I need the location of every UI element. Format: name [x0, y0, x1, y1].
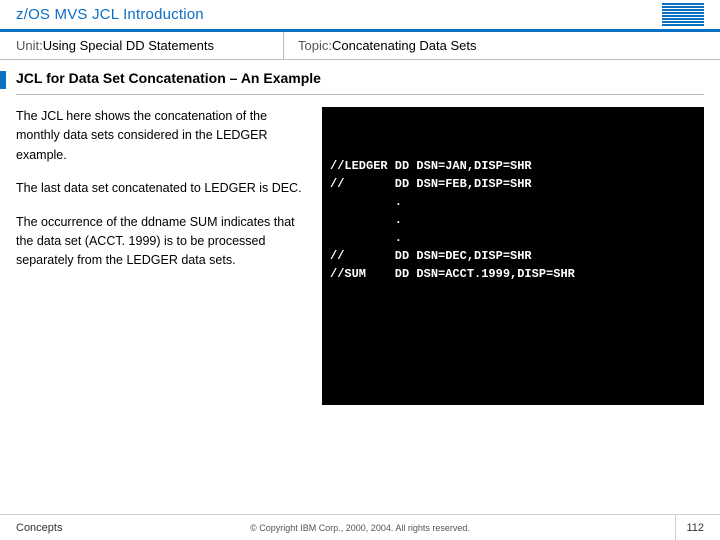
paragraph-3: The occurrence of the ddname SUM indicat…: [16, 213, 306, 271]
heading-accent: [0, 71, 6, 89]
unit-value: Using Special DD Statements: [43, 38, 214, 53]
topic-value: Concatenating Data Sets: [332, 38, 477, 53]
unit-label: Unit:: [16, 38, 43, 53]
footer-left: Concepts: [16, 522, 62, 534]
body-text: The JCL here shows the concatenation of …: [16, 107, 306, 405]
section-heading: JCL for Data Set Concatenation – An Exam…: [16, 70, 321, 92]
content-area: The JCL here shows the concatenation of …: [0, 95, 720, 405]
jcl-terminal: //LEDGER DD DSN=JAN,DISP=SHR // DD DSN=F…: [322, 107, 704, 405]
course-title: z/OS MVS JCL Introduction: [16, 6, 204, 23]
topic-label: Topic:: [298, 38, 332, 53]
topic-block: Topic: Concatenating Data Sets: [284, 38, 477, 53]
footer-copyright: © Copyright IBM Corp., 2000, 2004. All r…: [250, 523, 470, 533]
section-heading-row: JCL for Data Set Concatenation – An Exam…: [0, 60, 720, 92]
footer: Concepts © Copyright IBM Corp., 2000, 20…: [0, 514, 720, 540]
unit-block: Unit: Using Special DD Statements: [16, 32, 284, 59]
paragraph-2: The last data set concatenated to LEDGER…: [16, 179, 306, 198]
paragraph-1: The JCL here shows the concatenation of …: [16, 107, 306, 165]
title-bar: z/OS MVS JCL Introduction: [0, 0, 720, 32]
footer-page-number: 112: [675, 515, 704, 540]
subtitle-bar: Unit: Using Special DD Statements Topic:…: [0, 32, 720, 60]
ibm-logo: [662, 3, 704, 26]
